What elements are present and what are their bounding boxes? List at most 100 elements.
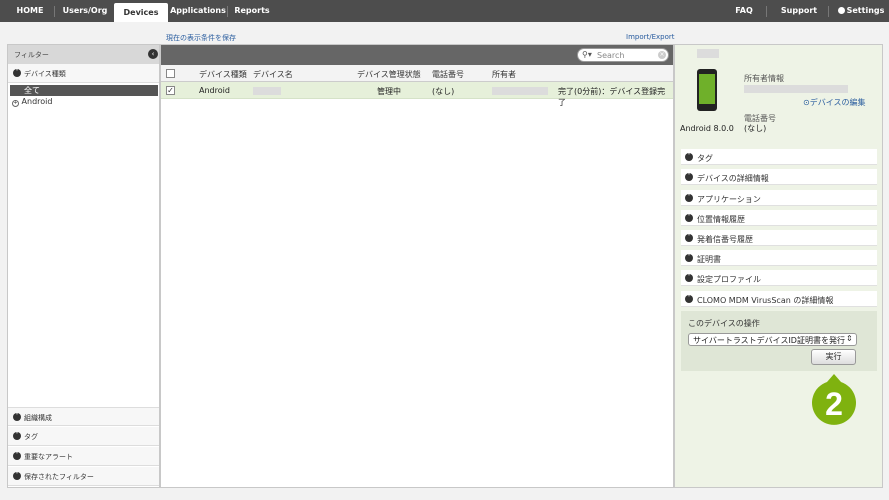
row-checkbox[interactable]: ✓ bbox=[166, 86, 175, 95]
filter-panel: フィルター ‹ ˅ デバイス種類 全て + Android ˅ 組織構成 ˅ タ… bbox=[7, 44, 160, 488]
chevron-down-icon: ˅ bbox=[13, 69, 21, 77]
section-label: 位置情報履歴 bbox=[697, 215, 745, 224]
nav-separator bbox=[227, 6, 228, 17]
nav-separator bbox=[766, 6, 767, 17]
section-certificates[interactable]: ˅ 証明書 bbox=[681, 250, 877, 266]
section-location-history[interactable]: ˅ 位置情報履歴 bbox=[681, 210, 877, 226]
cell-status: 管理中 bbox=[377, 87, 401, 96]
device-type-header[interactable]: ˅ デバイス種類 bbox=[8, 64, 159, 83]
nav-settings-label: Settings bbox=[846, 6, 885, 15]
search-placeholder: Search bbox=[597, 51, 625, 60]
step-badge: 2 bbox=[812, 374, 856, 425]
select-all-checkbox[interactable] bbox=[166, 69, 175, 78]
expand-icon: + bbox=[12, 100, 19, 107]
tab-applications[interactable]: Applications bbox=[170, 0, 226, 22]
nav-separator bbox=[54, 6, 55, 17]
chevron-down-icon: ˅ bbox=[685, 295, 693, 303]
cell-device-type: Android bbox=[199, 86, 230, 95]
chevron-down-icon: ˅ bbox=[685, 274, 693, 282]
nav-settings[interactable]: Settings bbox=[836, 0, 886, 22]
tab-reports[interactable]: Reports bbox=[230, 0, 274, 22]
col-device-name[interactable]: デバイス名 bbox=[253, 69, 293, 80]
filter-item-all[interactable]: 全て bbox=[10, 85, 158, 96]
section-label: デバイスの詳細情報 bbox=[697, 174, 769, 183]
nav-faq[interactable]: FAQ bbox=[728, 0, 760, 22]
chevron-down-icon: ˅ bbox=[685, 214, 693, 222]
edit-device-link[interactable]: ⊙デバイスの編集 bbox=[803, 97, 865, 108]
filter-title: フィルター bbox=[14, 51, 49, 59]
table-header: デバイス種類 デバイス名 デバイス管理状態 電話番号 所有者 bbox=[161, 65, 673, 82]
filter-tag-label: タグ bbox=[24, 433, 38, 441]
section-label: 証明書 bbox=[697, 255, 721, 264]
filter-org[interactable]: ˅ 組織構成 bbox=[8, 407, 159, 426]
cell-last-activity: 完了(0分前)：デバイス登録完了 bbox=[558, 87, 666, 107]
redacted-device-name bbox=[253, 87, 281, 95]
import-export-link[interactable]: Import/Export bbox=[626, 33, 675, 41]
chevron-down-icon: ˅ bbox=[685, 194, 693, 202]
filter-item-android-label: Android bbox=[21, 97, 53, 106]
chevron-down-icon: ˅ bbox=[685, 173, 693, 181]
section-call-history[interactable]: ˅ 発着信番号履歴 bbox=[681, 230, 877, 246]
section-label: 設定プロファイル bbox=[697, 275, 761, 284]
filter-org-label: 組織構成 bbox=[24, 414, 52, 422]
clear-icon[interactable]: × bbox=[658, 51, 666, 59]
operation-select-value: サイバートラストデバイスID証明書を発行 bbox=[693, 336, 845, 345]
phone-icon bbox=[697, 69, 717, 111]
nav-support[interactable]: Support bbox=[776, 0, 822, 22]
run-button[interactable]: 実行 bbox=[811, 349, 856, 365]
collapse-left-icon[interactable]: ‹ bbox=[148, 49, 158, 59]
col-status[interactable]: デバイス管理状態 bbox=[357, 69, 421, 80]
tab-users-org[interactable]: Users/Org bbox=[56, 0, 114, 22]
chevron-down-icon: ˅ bbox=[685, 234, 693, 242]
section-label: タグ bbox=[697, 154, 713, 163]
redacted-owner-info bbox=[744, 85, 848, 93]
filter-saved[interactable]: ˅ 保存されたフィルター bbox=[8, 467, 159, 486]
search-input[interactable]: ⚲▾ Search × bbox=[577, 48, 669, 62]
filter-tag[interactable]: ˅ タグ bbox=[8, 427, 159, 446]
section-virusscan[interactable]: ˅ CLOMO MDM VirusScan の詳細情報 bbox=[681, 291, 877, 307]
operation-select[interactable]: サイバートラストデバイスID証明書を発行 ⇕ bbox=[688, 333, 857, 346]
operations-title: このデバイスの操作 bbox=[688, 319, 760, 328]
save-filter-link[interactable]: 現在の表示条件を保存 bbox=[166, 33, 236, 43]
chevron-down-icon: ˅ bbox=[685, 254, 693, 262]
search-icon: ⚲▾ bbox=[582, 50, 592, 59]
section-tag[interactable]: ˅ タグ bbox=[681, 149, 877, 165]
filter-item-android[interactable]: + Android bbox=[12, 97, 52, 107]
filter-alerts-label: 重要なアラート bbox=[24, 453, 73, 461]
section-label: アプリケーション bbox=[697, 195, 761, 204]
table-toolbar: ⚲▾ Search × bbox=[161, 45, 673, 65]
filter-header: フィルター ‹ bbox=[8, 45, 159, 64]
device-type-label: デバイス種類 bbox=[24, 70, 66, 78]
cell-phone: (なし) bbox=[432, 87, 455, 96]
tab-devices[interactable]: Devices bbox=[114, 3, 168, 22]
section-label: CLOMO MDM VirusScan の詳細情報 bbox=[697, 296, 834, 305]
redacted-device-title bbox=[697, 49, 719, 58]
tab-home[interactable]: HOME bbox=[8, 0, 52, 22]
table-row[interactable]: ✓ Android 管理中 (なし) 完了(0分前)：デバイス登録完了 bbox=[161, 82, 673, 107]
select-arrows-icon: ⇕ bbox=[846, 334, 853, 343]
redacted-owner bbox=[492, 87, 548, 95]
edit-device-label: デバイスの編集 bbox=[809, 98, 866, 107]
top-nav: HOME Users/Org Devices Applications Repo… bbox=[0, 0, 889, 22]
section-profiles[interactable]: ˅ 設定プロファイル bbox=[681, 270, 877, 286]
device-operations: このデバイスの操作 サイバートラストデバイスID証明書を発行 ⇕ 実行 bbox=[681, 311, 877, 371]
section-label: 発着信番号履歴 bbox=[697, 235, 753, 244]
chevron-down-icon: ˅ bbox=[13, 472, 21, 480]
chevron-down-icon: ˅ bbox=[685, 153, 693, 161]
col-phone[interactable]: 電話番号 bbox=[432, 69, 464, 80]
nav-separator bbox=[828, 6, 829, 17]
col-device-type[interactable]: デバイス種類 bbox=[199, 69, 247, 80]
col-owner[interactable]: 所有者 bbox=[492, 69, 516, 80]
device-table-panel: ⚲▾ Search × デバイス種類 デバイス名 デバイス管理状態 電話番号 所… bbox=[160, 44, 674, 488]
device-os: Android 8.0.0 bbox=[680, 124, 734, 133]
edit-icon: ⊙ bbox=[803, 98, 810, 107]
owner-label: 所有者情報 bbox=[744, 74, 784, 83]
section-device-details[interactable]: ˅ デバイスの詳細情報 bbox=[681, 169, 877, 185]
filter-alerts[interactable]: ˅ 重要なアラート bbox=[8, 447, 159, 466]
chevron-down-icon: ˅ bbox=[13, 432, 21, 440]
section-applications[interactable]: ˅ アプリケーション bbox=[681, 190, 877, 206]
chevron-down-icon: ˅ bbox=[13, 452, 21, 460]
step-number: 2 bbox=[825, 386, 843, 422]
phone-value: (なし) bbox=[744, 124, 767, 133]
chevron-down-icon: ˅ bbox=[13, 413, 21, 421]
